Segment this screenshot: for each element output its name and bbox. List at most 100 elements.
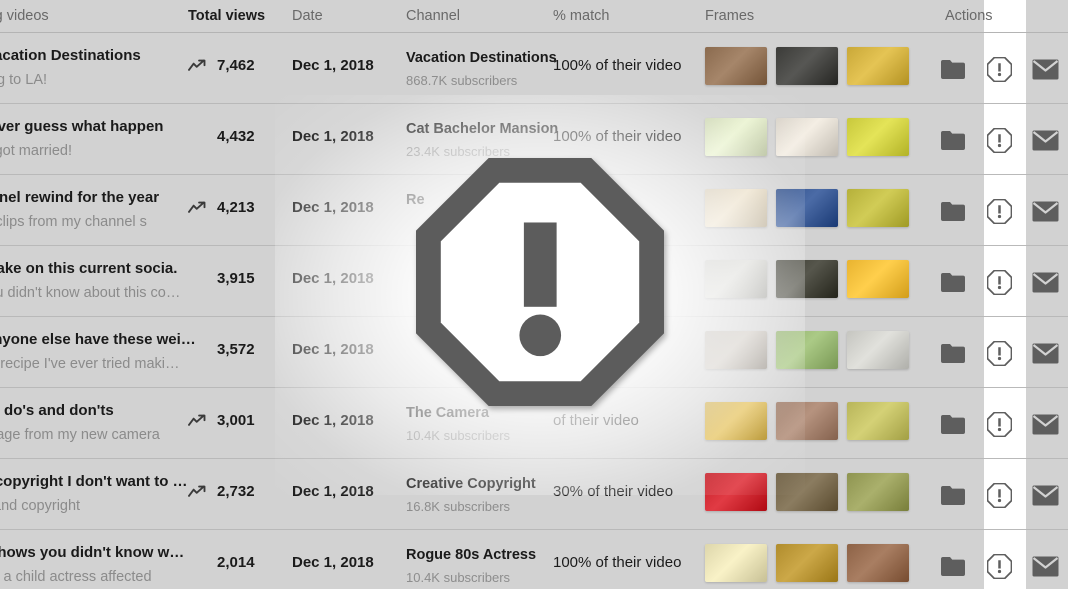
table-row[interactable]: this copyright I don't want to … rnet and… — [0, 459, 1068, 530]
frame-thumbnail[interactable] — [847, 402, 909, 440]
frames-cell — [705, 331, 921, 369]
frame-thumbnail[interactable] — [847, 331, 909, 369]
date-value: Dec 1, 2018 — [292, 128, 374, 145]
video-description: cats got married! — [0, 143, 72, 159]
frame-thumbnail[interactable] — [705, 473, 767, 511]
video-info-cell[interactable]: mera do's and don'ts t footage from my ne… — [0, 401, 194, 445]
channel-cell[interactable]: Rogue 80s Actress 10.4K subscribers — [406, 546, 552, 587]
video-info-cell[interactable]: 10 Vacation Destinations velling to LA! — [0, 46, 194, 90]
action-folder-icon[interactable] — [930, 335, 976, 371]
table-row[interactable]: 10 Vacation Destinations velling to LA! 7,… — [0, 33, 1068, 104]
frame-thumbnail[interactable] — [847, 544, 909, 582]
video-info-cell[interactable]: this copyright I don't want to … rnet and… — [0, 472, 194, 516]
action-envelope-icon[interactable] — [1022, 51, 1068, 87]
frame-thumbnail[interactable] — [705, 402, 767, 440]
column-header-channel[interactable]: Channel — [406, 8, 460, 24]
video-description: best clips from my channel s — [0, 214, 147, 230]
date-value: Dec 1, 2018 — [292, 199, 374, 216]
video-info-cell[interactable]: TV Shows you didn't know w… being a child… — [0, 543, 194, 587]
action-folder-icon[interactable] — [930, 548, 976, 584]
action-warning-octagon-icon[interactable] — [976, 406, 1022, 442]
channel-name: Cat Bachelor Mansion — [406, 121, 559, 137]
action-envelope-icon[interactable] — [1022, 122, 1068, 158]
channel-cell[interactable]: Vacation Destinations 868.7K subscribers — [406, 49, 557, 90]
action-warning-octagon-icon[interactable] — [976, 264, 1022, 300]
action-warning-octagon-icon[interactable] — [976, 548, 1022, 584]
views-count: 3,001 — [217, 412, 255, 429]
channel-cell[interactable]: Cat Bachelor Mansion 23.4K subscribers — [406, 120, 559, 161]
frame-thumbnail[interactable] — [776, 189, 838, 227]
video-info-cell[interactable]: channel rewind for the year best clips fr… — [0, 188, 194, 232]
channel-cell[interactable]: Creative Copyright 16.8K subscribers — [406, 475, 552, 516]
frame-thumbnail[interactable] — [705, 189, 767, 227]
frame-thumbnail[interactable] — [847, 118, 909, 156]
video-title: mera do's and don'ts — [0, 402, 114, 419]
column-header-video[interactable]: tching videos — [0, 8, 49, 24]
column-header-actions: Actions — [945, 8, 993, 24]
action-folder-icon[interactable] — [930, 406, 976, 442]
date-cell: Dec 1, 2018 — [292, 554, 397, 572]
frames-cell — [705, 118, 921, 156]
views-count: 2,732 — [217, 483, 255, 500]
action-envelope-icon[interactable] — [1022, 193, 1068, 229]
column-header-date[interactable]: Date — [292, 8, 323, 24]
frame-thumbnail[interactable] — [705, 118, 767, 156]
frame-thumbnail[interactable] — [705, 331, 767, 369]
frame-thumbnail[interactable] — [847, 189, 909, 227]
trending-up-icon — [188, 485, 206, 497]
column-header-frames[interactable]: Frames — [705, 8, 754, 24]
frame-thumbnail[interactable] — [776, 473, 838, 511]
video-info-cell[interactable]: 'll never guess what happen cats got marr… — [0, 117, 194, 161]
total-views-cell: 4,432 — [188, 128, 288, 145]
action-folder-icon[interactable] — [930, 477, 976, 513]
frame-thumbnail[interactable] — [776, 47, 838, 85]
trending-up-icon — [188, 414, 206, 426]
total-views-cell: 7,462 — [188, 57, 288, 74]
action-folder-icon[interactable] — [930, 51, 976, 87]
column-header-match[interactable]: % match — [553, 8, 609, 24]
action-folder-icon[interactable] — [930, 193, 976, 229]
action-envelope-icon[interactable] — [1022, 548, 1068, 584]
action-folder-icon[interactable] — [930, 122, 976, 158]
frames-cell — [705, 47, 921, 85]
video-title: 10 Vacation Destinations — [0, 47, 141, 64]
channel-subscribers: 868.7K subscribers — [406, 73, 518, 88]
frame-thumbnail[interactable] — [776, 118, 838, 156]
frame-thumbnail[interactable] — [705, 260, 767, 298]
action-warning-octagon-icon[interactable] — [976, 122, 1022, 158]
video-description: t footage from my new camera — [0, 427, 160, 443]
frame-thumbnail[interactable] — [705, 544, 767, 582]
table-row[interactable]: TV Shows you didn't know w… being a child… — [0, 530, 1068, 589]
match-value: 30% of their video — [553, 483, 674, 500]
views-count: 4,213 — [217, 199, 255, 216]
video-description: rnet and copyright — [0, 498, 81, 514]
action-warning-octagon-icon[interactable] — [976, 51, 1022, 87]
action-envelope-icon[interactable] — [1022, 477, 1068, 513]
date-value: Dec 1, 2018 — [292, 57, 374, 74]
action-envelope-icon[interactable] — [1022, 406, 1068, 442]
channel-subscribers: 10.4K subscribers — [406, 570, 511, 585]
action-folder-icon[interactable] — [930, 264, 976, 300]
video-info-cell[interactable]: es anyone else have these wei… rdest reci… — [0, 330, 196, 374]
match-percent-cell: 100% of their video — [553, 57, 693, 75]
frame-thumbnail[interactable] — [776, 331, 838, 369]
action-warning-octagon-icon[interactable] — [976, 193, 1022, 229]
video-info-cell[interactable]: hot take on this current socia. at you di… — [0, 259, 194, 303]
total-views-cell: 3,001 — [188, 412, 288, 429]
action-warning-octagon-icon[interactable] — [976, 335, 1022, 371]
action-envelope-icon[interactable] — [1022, 335, 1068, 371]
date-cell: Dec 1, 2018 — [292, 128, 397, 146]
action-warning-octagon-icon[interactable] — [976, 477, 1022, 513]
channel-cell[interactable]: The Camera 10.4K subscribers — [406, 404, 552, 445]
channel-name: Creative Copyright — [406, 476, 536, 492]
frame-thumbnail[interactable] — [776, 260, 838, 298]
frame-thumbnail[interactable] — [776, 402, 838, 440]
frame-thumbnail[interactable] — [705, 47, 767, 85]
frame-thumbnail[interactable] — [847, 47, 909, 85]
video-title: TV Shows you didn't know w… — [0, 544, 185, 561]
frame-thumbnail[interactable] — [847, 260, 909, 298]
column-header-total-views[interactable]: Total views — [188, 8, 265, 24]
frame-thumbnail[interactable] — [847, 473, 909, 511]
action-envelope-icon[interactable] — [1022, 264, 1068, 300]
frame-thumbnail[interactable] — [776, 544, 838, 582]
